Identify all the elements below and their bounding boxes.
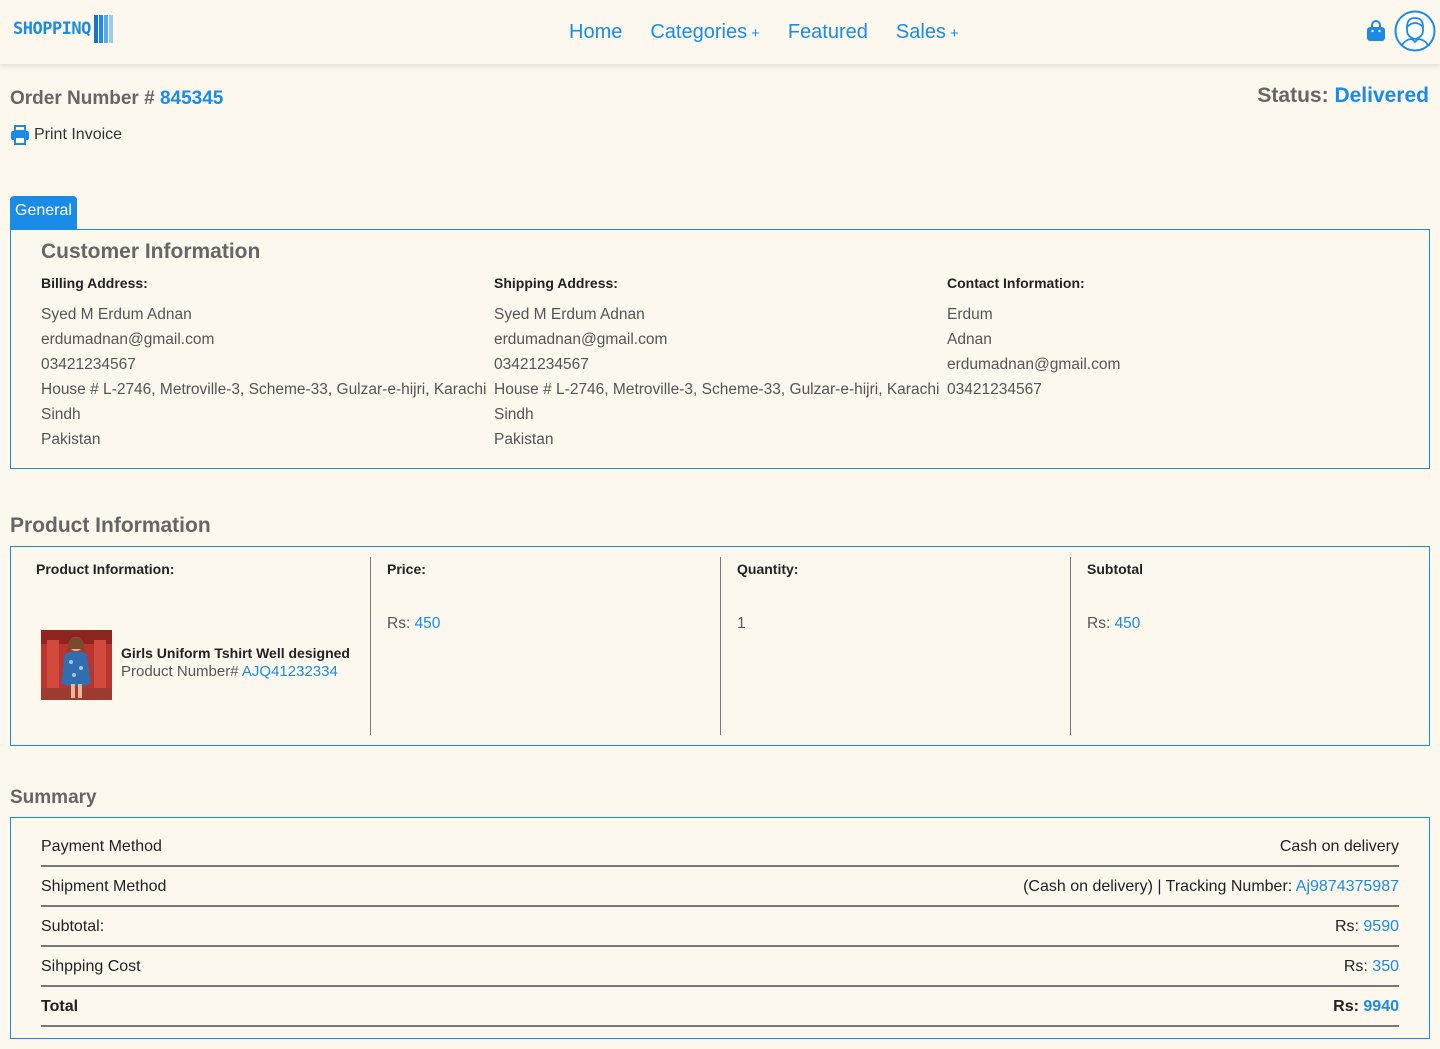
order-status: Status: Delivered [1257, 84, 1429, 108]
price-amount: 450 [414, 615, 441, 632]
currency-label: Rs: [1343, 958, 1368, 975]
price-heading: Price: [387, 561, 426, 577]
nav-sales[interactable]: Sales + [896, 21, 959, 44]
currency-label: Rs: [1333, 998, 1359, 1015]
currency-label: Rs: [1087, 615, 1111, 632]
nav-home[interactable]: Home [569, 21, 622, 44]
top-navbar: SHOPPINQ Home Categories + Featured Sales… [0, 0, 1440, 64]
product-number: Product Number# AJQ41232334 [121, 663, 338, 680]
shipment-method-text: (Cash on delivery) | Tracking Number: [1023, 878, 1293, 895]
shipping-cost-label: Sihpping Cost [41, 958, 141, 975]
billing-line: Pakistan [41, 431, 101, 448]
shipping-line: 03421234567 [494, 356, 589, 373]
logo-text: SHOPPINQ [13, 19, 91, 39]
summary-subtotal-amount: 9590 [1363, 918, 1399, 935]
shopping-bag-icon[interactable] [1366, 20, 1386, 42]
summary-panel: Payment Method Cash on delivery Shipment… [10, 817, 1430, 1039]
main-nav: Home Categories + Featured Sales + [569, 18, 987, 46]
order-number-label: Order Number # [10, 88, 155, 109]
status-value: Delivered [1334, 84, 1429, 107]
billing-line: House # L-2746, Metroville-3, Scheme-33,… [41, 381, 487, 398]
tracking-number[interactable]: Aj9874375987 [1296, 878, 1399, 895]
product-info-column: Product Information: Girls Uniform Tshir… [11, 557, 370, 735]
status-label: Status: [1257, 84, 1329, 107]
shipping-cost-amount: 350 [1372, 958, 1399, 975]
plus-icon: + [949, 24, 959, 42]
subtotal-value: Rs: 450 [1087, 615, 1140, 633]
printer-icon [11, 125, 29, 145]
summary-title: Summary [10, 787, 97, 808]
shipping-cost-row: Sihpping Cost Rs: 350 [41, 947, 1399, 987]
customer-information-panel: Customer Information Billing Address: Sy… [10, 229, 1430, 469]
payment-method-value: Cash on delivery [1279, 838, 1399, 855]
total-amount: 9940 [1363, 998, 1399, 1015]
billing-line: erdumadnan@gmail.com [41, 331, 215, 348]
total-row: Total Rs: 9940 [41, 987, 1399, 1027]
subtotal-column: Subtotal Rs: 450 [1070, 557, 1429, 735]
print-invoice-button[interactable]: Print Invoice [10, 125, 122, 145]
shipping-line: erdumadnan@gmail.com [494, 331, 668, 348]
shipping-line: Pakistan [494, 431, 554, 448]
billing-line: Sindh [41, 406, 81, 423]
billing-line: 03421234567 [41, 356, 136, 373]
product-number-value: AJQ41232334 [241, 663, 338, 680]
product-info-title: Product Information [10, 514, 211, 537]
payment-method-row: Payment Method Cash on delivery [41, 827, 1399, 867]
print-invoice-label: Print Invoice [34, 126, 123, 143]
billing-heading: Billing Address: [41, 275, 148, 291]
contact-heading: Contact Information: [947, 275, 1085, 291]
contact-line: Erdum [947, 306, 993, 323]
price-column: Price: Rs: 450 [370, 557, 720, 735]
shipping-cost-value: Rs: 350 [1344, 958, 1399, 976]
subtotal-heading: Subtotal [1087, 561, 1143, 577]
billing-line: Syed M Erdum Adnan [41, 306, 192, 323]
quantity-value: 1 [737, 615, 746, 632]
tab-general[interactable]: General [10, 196, 77, 230]
nav-featured[interactable]: Featured [788, 21, 868, 44]
user-avatar-icon[interactable] [1394, 10, 1436, 52]
payment-method-label: Payment Method [41, 838, 162, 855]
shipping-line: Syed M Erdum Adnan [494, 306, 645, 323]
quantity-column: Quantity: 1 [720, 557, 1070, 735]
nav-home-label: Home [569, 20, 623, 43]
summary-subtotal-value: Rs: 9590 [1335, 918, 1399, 936]
product-image[interactable] [41, 630, 112, 700]
contact-information: Contact Information: Erdum Adnan erdumad… [947, 275, 1387, 402]
product-information-panel: Product Information: Girls Uniform Tshir… [10, 546, 1430, 746]
contact-line: 03421234567 [947, 381, 1042, 398]
shipping-line: House # L-2746, Metroville-3, Scheme-33,… [494, 381, 940, 398]
plus-icon: + [751, 24, 760, 42]
total-value: Rs: 9940 [1333, 998, 1399, 1016]
product-number-label: Product Number# [121, 663, 239, 680]
nav-featured-label: Featured [787, 20, 868, 43]
shipping-address: Shipping Address: Syed M Erdum Adnan erd… [494, 275, 940, 452]
product-info-heading: Product Information: [36, 561, 175, 577]
contact-line: erdumadnan@gmail.com [947, 356, 1121, 373]
contact-line: Adnan [947, 331, 992, 348]
currency-label: Rs: [387, 615, 411, 632]
logo-bars-icon [93, 15, 113, 43]
quantity-heading: Quantity: [737, 561, 799, 577]
total-label: Total [41, 998, 79, 1015]
shipping-line: Sindh [494, 406, 534, 423]
shipping-heading: Shipping Address: [494, 275, 618, 291]
subtotal-row: Subtotal: Rs: 9590 [41, 907, 1399, 947]
nav-categories[interactable]: Categories + [650, 21, 759, 44]
product-name[interactable]: Girls Uniform Tshirt Well designed [121, 645, 350, 661]
nav-categories-label: Categories [650, 20, 748, 43]
nav-sales-label: Sales [895, 20, 946, 43]
shipment-method-label: Shipment Method [41, 878, 167, 895]
billing-address: Billing Address: Syed M Erdum Adnan erdu… [41, 275, 487, 452]
order-number: Order Number # 845345 [10, 88, 223, 110]
customer-info-title: Customer Information [41, 240, 261, 263]
order-number-value: 845345 [159, 88, 224, 109]
shipment-method-value: (Cash on delivery) | Tracking Number: Aj… [1023, 878, 1399, 896]
logo[interactable]: SHOPPINQ [13, 14, 113, 44]
price-value: Rs: 450 [387, 615, 440, 633]
subtotal-amount: 450 [1114, 615, 1141, 632]
currency-label: Rs: [1334, 918, 1359, 935]
summary-subtotal-label: Subtotal: [41, 918, 105, 935]
shipment-method-row: Shipment Method (Cash on delivery) | Tra… [41, 867, 1399, 907]
